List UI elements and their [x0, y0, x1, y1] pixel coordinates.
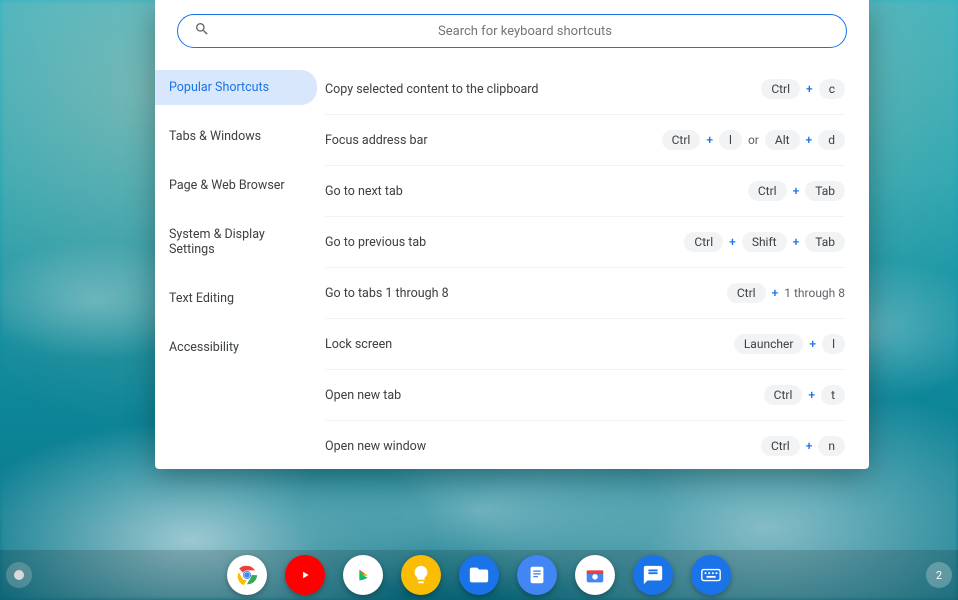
app-play-icon[interactable]	[343, 555, 383, 595]
sidebar-item-system-display-settings[interactable]: System & Display Settings	[155, 217, 317, 267]
app-messages-icon[interactable]	[633, 555, 673, 595]
plus-icon: +	[806, 133, 813, 147]
key-badge: Ctrl	[662, 130, 701, 150]
app-webstore-icon[interactable]	[575, 555, 615, 595]
search-icon	[194, 21, 210, 41]
shortcut-label: Go to tabs 1 through 8	[325, 286, 727, 301]
shortcut-label: Go to next tab	[325, 184, 748, 199]
shortcut-keys: Ctrl + Shift + Tab	[684, 232, 845, 252]
plus-icon: +	[729, 235, 736, 249]
plus-icon: +	[793, 235, 800, 249]
shortcut-label: Open new window	[325, 439, 761, 454]
status-label: 2	[936, 569, 942, 582]
shortcut-row: Go to previous tabCtrl + Shift + Tab	[325, 217, 845, 268]
sidebar-item-accessibility[interactable]: Accessibility	[155, 330, 317, 365]
sidebar-item-popular-shortcuts[interactable]: Popular Shortcuts	[155, 70, 317, 105]
key-badge: Ctrl	[727, 283, 766, 303]
app-docs-icon[interactable]	[517, 555, 557, 595]
shortcut-row: Go to next tabCtrl + Tab	[325, 166, 845, 217]
window-body: Popular Shortcuts Tabs & Windows Page & We…	[155, 56, 869, 469]
key-badge: Launcher	[734, 334, 804, 354]
key-badge: Ctrl	[761, 79, 800, 99]
app-files-icon[interactable]	[459, 555, 499, 595]
key-badge: l	[719, 130, 742, 150]
shortcut-label: Go to previous tab	[325, 235, 684, 250]
sidebar-item-tabs-windows[interactable]: Tabs & Windows	[155, 119, 317, 154]
shortcut-label: Open new tab	[325, 388, 764, 403]
shortcut-row: Open new windowCtrl + n	[325, 421, 845, 469]
key-text: 1 through 8	[784, 286, 845, 300]
sidebar-item-page-web-browser[interactable]: Page & Web Browser	[155, 168, 317, 203]
shortcut-keys: Ctrl + n	[761, 436, 845, 456]
shortcut-row: Copy selected content to the clipboardCt…	[325, 64, 845, 115]
sidebar: Popular Shortcuts Tabs & Windows Page & We…	[155, 56, 325, 469]
plus-icon: +	[806, 439, 813, 453]
shortcut-keys: Ctrl +1 through 8	[727, 283, 845, 303]
plus-icon: +	[808, 388, 815, 402]
key-badge: Shift	[742, 232, 787, 252]
shortcut-row: Go to tabs 1 through 8Ctrl +1 through 8	[325, 268, 845, 319]
key-badge: Ctrl	[761, 436, 800, 456]
search-bar[interactable]	[177, 14, 847, 48]
shortcut-label: Lock screen	[325, 337, 734, 352]
key-badge: Ctrl	[764, 385, 803, 405]
search-input[interactable]	[220, 24, 830, 39]
shortcut-row: Focus address barCtrl + lor Alt + d	[325, 115, 845, 166]
key-badge: Tab	[805, 232, 845, 252]
plus-icon: +	[809, 337, 816, 351]
key-badge: Tab	[805, 181, 845, 201]
key-badge: l	[822, 334, 845, 354]
sidebar-item-text-editing[interactable]: Text Editing	[155, 281, 317, 316]
plus-icon: +	[706, 133, 713, 147]
key-badge: Ctrl	[684, 232, 723, 252]
plus-icon: +	[772, 286, 779, 300]
app-keyboard-icon[interactable]	[691, 555, 731, 595]
key-badge: n	[818, 436, 845, 456]
key-badge: c	[819, 79, 845, 99]
shortcut-row: Lock screenLauncher + l	[325, 319, 845, 370]
shortcuts-app-window: Popular Shortcuts Tabs & Windows Page & We…	[155, 0, 869, 469]
shortcut-keys: Ctrl + lor Alt + d	[662, 130, 845, 150]
key-badge: d	[818, 130, 845, 150]
key-badge: t	[821, 385, 845, 405]
shortcut-label: Focus address bar	[325, 133, 662, 148]
key-badge: Ctrl	[748, 181, 787, 201]
key-badge: Alt	[765, 130, 800, 150]
shortcut-row: Open new tabCtrl + t	[325, 370, 845, 421]
app-keep-icon[interactable]	[401, 555, 441, 595]
shortcut-keys: Ctrl + c	[761, 79, 845, 99]
status-tray[interactable]: 2	[926, 562, 952, 588]
app-chrome-icon[interactable]	[227, 555, 267, 595]
shortcut-list: Copy selected content to the clipboardCt…	[325, 56, 869, 469]
plus-icon: +	[806, 82, 813, 96]
shortcut-keys: Ctrl + t	[764, 385, 845, 405]
plus-icon: +	[793, 184, 800, 198]
shortcut-keys: Launcher + l	[734, 334, 845, 354]
shortcut-keys: Ctrl + Tab	[748, 181, 845, 201]
shortcut-label: Copy selected content to the clipboard	[325, 82, 761, 97]
shelf	[0, 550, 958, 600]
app-youtube-icon[interactable]	[285, 555, 325, 595]
key-text: or	[748, 133, 759, 147]
